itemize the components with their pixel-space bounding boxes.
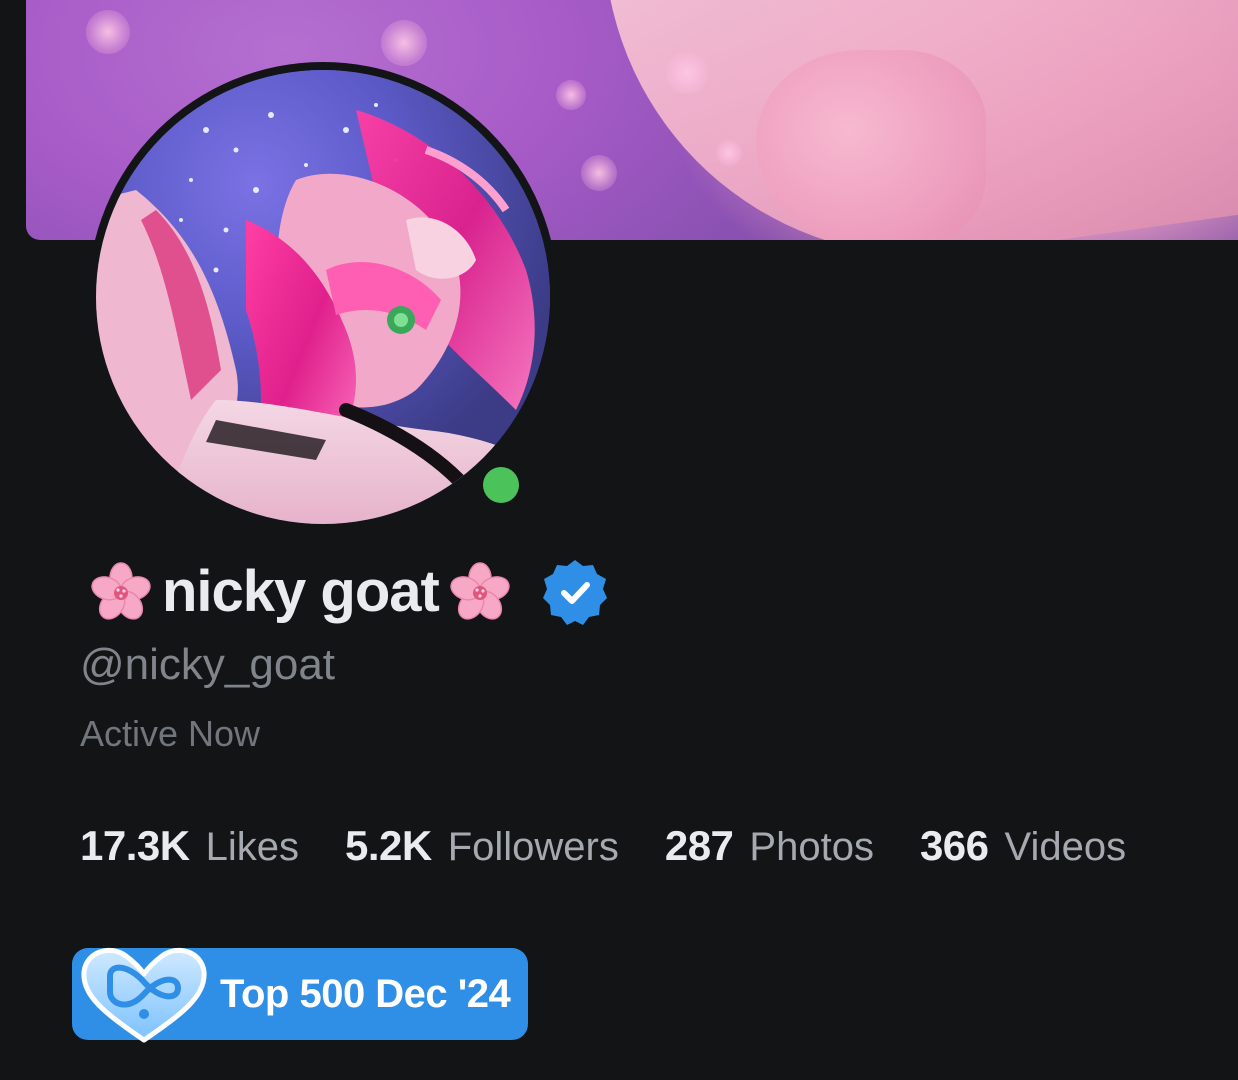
online-status-indicator	[476, 460, 526, 510]
profile-page: nicky goat @nicky_goat Active Now 17.3K …	[0, 0, 1238, 1080]
stat-label: Photos	[749, 825, 874, 869]
verified-check-icon	[539, 556, 611, 628]
cover-art-shape	[756, 50, 986, 240]
stat-videos[interactable]: 366 Videos	[920, 822, 1126, 870]
stat-value: 287	[664, 822, 734, 869]
display-name-row: nicky goat	[86, 556, 611, 628]
stat-label: Likes	[205, 825, 299, 869]
bokeh-light	[581, 155, 617, 191]
bokeh-light	[666, 52, 708, 94]
stat-label: Videos	[1004, 825, 1127, 869]
badge-label: Top 500 Dec '24	[220, 972, 511, 1016]
stat-value: 5.2K	[344, 822, 432, 869]
stat-value: 17.3K	[80, 822, 190, 869]
stat-value: 366	[919, 822, 989, 869]
stat-label: Followers	[447, 825, 619, 869]
profile-stats: 17.3K Likes 5.2K Followers 287 Photos 36…	[80, 822, 1126, 870]
ranking-badge[interactable]: Top 500 Dec '24	[72, 947, 528, 1043]
avatar-artwork	[96, 70, 550, 524]
bokeh-light	[381, 20, 427, 66]
cherry-blossom-icon	[86, 557, 156, 627]
stat-likes: 17.3K Likes	[80, 822, 299, 870]
activity-status: Active Now	[80, 713, 261, 754]
bokeh-light	[716, 140, 742, 166]
bokeh-light	[86, 10, 130, 54]
avatar[interactable]	[96, 70, 550, 524]
cherry-blossom-icon	[445, 557, 515, 627]
stat-followers[interactable]: 5.2K Followers	[345, 822, 619, 870]
infinity-heart-icon	[76, 936, 212, 1048]
display-name: nicky goat	[162, 559, 440, 624]
bokeh-light	[556, 80, 586, 110]
stat-photos[interactable]: 287 Photos	[665, 822, 874, 870]
username-handle: @nicky_goat	[80, 640, 336, 689]
